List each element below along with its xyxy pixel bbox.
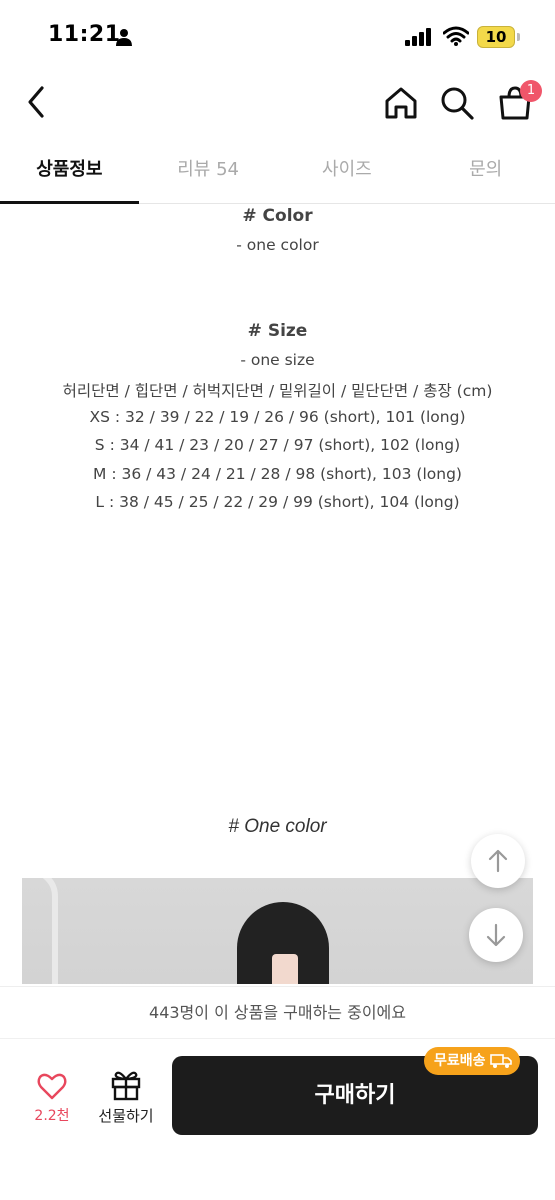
color-value: - one color — [236, 236, 319, 254]
size-row-s: S : 34 / 41 / 23 / 20 / 27 / 97 (short),… — [94, 436, 461, 454]
buying-now-notice: 443명이 이 상품을 구매하는 중이에요 — [0, 987, 555, 1039]
nav-header — [0, 72, 555, 132]
photo-mirror-frame — [22, 878, 58, 984]
size-row-m: M : 36 / 43 / 24 / 21 / 28 / 98 (short),… — [93, 465, 462, 483]
cart-count-badge: 1 — [520, 80, 542, 102]
home-icon[interactable] — [382, 84, 420, 122]
free-shipping-label: 무료배송 — [434, 1053, 486, 1069]
cellular-signal-icon — [405, 28, 431, 46]
arrow-down-icon — [486, 923, 506, 947]
person-icon — [116, 29, 132, 46]
gift-icon — [111, 1071, 141, 1101]
search-icon[interactable] — [438, 84, 476, 122]
tab-product-info[interactable]: 상품정보 — [0, 140, 139, 204]
size-value: - one size — [240, 351, 315, 369]
back-chevron-icon[interactable] — [18, 82, 54, 122]
tab-inquiry[interactable]: 문의 — [416, 140, 555, 203]
scroll-top-button[interactable] — [471, 834, 525, 888]
battery-level: 10 — [485, 28, 507, 46]
photo-phone — [272, 954, 298, 984]
like-count: 2.2천 — [34, 1108, 70, 1124]
scroll-bottom-button[interactable] — [469, 908, 523, 962]
gift-button[interactable]: 선물하기 — [92, 1067, 160, 1131]
product-tabs: 상품정보 리뷰 54 사이즈 문의 — [0, 140, 555, 204]
tab-reviews[interactable]: 리뷰 54 — [139, 140, 278, 203]
status-bar: 11:21 10 — [0, 0, 555, 72]
size-table-header: 허리단면 / 힙단면 / 허벅지단면 / 밑위길이 / 밑단단면 / 총장 (c… — [62, 382, 493, 400]
status-time: 11:21 — [48, 22, 121, 47]
battery-indicator: 10 — [477, 26, 515, 48]
product-photo — [22, 878, 533, 984]
tab-size[interactable]: 사이즈 — [278, 140, 417, 203]
gift-label: 선물하기 — [98, 1107, 154, 1125]
arrow-up-icon — [488, 849, 508, 873]
size-row-l: L : 38 / 45 / 25 / 22 / 29 / 99 (short),… — [95, 493, 460, 511]
battery-tip — [517, 33, 520, 41]
purchase-bar: 443명이 이 상품을 구매하는 중이에요 2.2천 선물하기 구매하기 무료배… — [0, 986, 555, 1200]
size-section-title: # Size — [247, 321, 308, 341]
delivery-truck-icon — [489, 1054, 512, 1068]
size-row-xs: XS : 32 / 39 / 22 / 19 / 26 / 96 (short)… — [89, 408, 466, 426]
like-button[interactable]: 2.2천 — [26, 1071, 78, 1131]
wifi-icon — [443, 26, 469, 46]
heart-icon — [37, 1073, 67, 1100]
color-section-title: # Color — [242, 206, 313, 226]
free-shipping-badge: 무료배송 — [424, 1047, 520, 1075]
